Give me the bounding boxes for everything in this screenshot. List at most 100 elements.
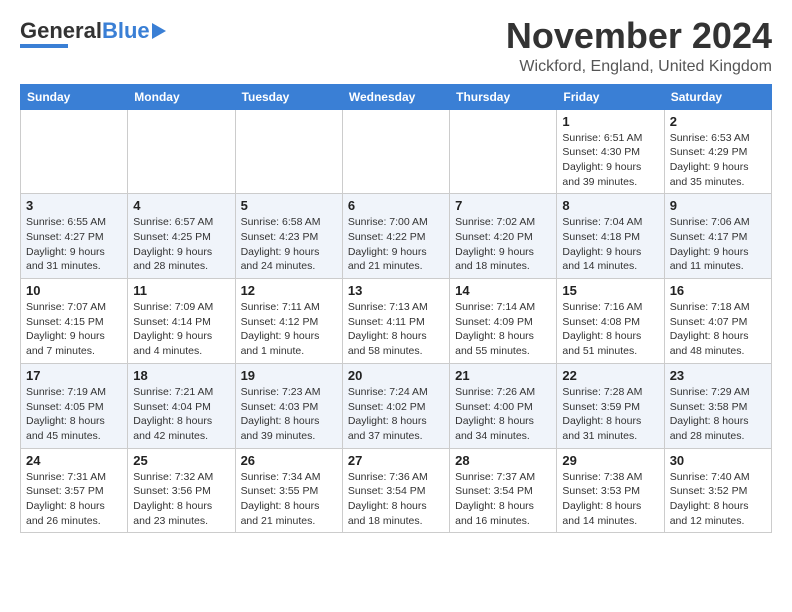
day-number: 20	[348, 368, 444, 383]
day-number: 1	[562, 114, 658, 129]
calendar-week-row: 17Sunrise: 7:19 AMSunset: 4:05 PMDayligh…	[21, 363, 772, 448]
day-info: Sunrise: 6:58 AMSunset: 4:23 PMDaylight:…	[241, 215, 337, 274]
day-number: 5	[241, 198, 337, 213]
day-number: 21	[455, 368, 551, 383]
weekday-header-thursday: Thursday	[450, 84, 557, 109]
calendar-cell: 14 Sunrise: 7:14 AMSunset: 4:09 PMDayligh…	[450, 279, 557, 364]
day-info: Sunrise: 7:09 AMSunset: 4:14 PMDaylight:…	[133, 300, 229, 359]
day-info: Sunrise: 7:37 AMSunset: 3:54 PMDaylight:…	[455, 470, 551, 529]
day-info: Sunrise: 7:28 AMSunset: 3:59 PMDaylight:…	[562, 385, 658, 444]
calendar-cell	[128, 109, 235, 194]
calendar-cell: 17Sunrise: 7:19 AMSunset: 4:05 PMDayligh…	[21, 363, 128, 448]
day-info: Sunrise: 7:18 AMSunset: 4:07 PMDaylight:…	[670, 300, 766, 359]
day-info: Sunrise: 6:51 AMSunset: 4:30 PMDaylight:…	[562, 131, 658, 190]
day-number: 24	[26, 453, 122, 468]
day-number: 22	[562, 368, 658, 383]
logo-text: GeneralBlue	[20, 20, 150, 42]
day-number: 29	[562, 453, 658, 468]
day-number: 11	[133, 283, 229, 298]
calendar-cell: 29 Sunrise: 7:38 AMSunset: 3:53 PMDayligh…	[557, 448, 664, 533]
day-info: Sunrise: 7:13 AMSunset: 4:11 PMDaylight:…	[348, 300, 444, 359]
calendar-cell: 3 Sunrise: 6:55 AMSunset: 4:27 PMDaylight…	[21, 194, 128, 279]
day-number: 27	[348, 453, 444, 468]
day-number: 6	[348, 198, 444, 213]
calendar-cell: 15 Sunrise: 7:16 AMSunset: 4:08 PMDayligh…	[557, 279, 664, 364]
month-title: November 2024	[506, 16, 772, 56]
day-number: 7	[455, 198, 551, 213]
calendar-cell	[21, 109, 128, 194]
calendar-week-row: 24 Sunrise: 7:31 AMSunset: 3:57 PMDayligh…	[21, 448, 772, 533]
logo-bar	[20, 44, 68, 48]
calendar-cell: 19Sunrise: 7:23 AMSunset: 4:03 PMDayligh…	[235, 363, 342, 448]
calendar-cell	[342, 109, 449, 194]
day-number: 13	[348, 283, 444, 298]
weekday-header-friday: Friday	[557, 84, 664, 109]
day-info: Sunrise: 7:24 AMSunset: 4:02 PMDaylight:…	[348, 385, 444, 444]
day-info: Sunrise: 7:32 AMSunset: 3:56 PMDaylight:…	[133, 470, 229, 529]
calendar-cell: 13 Sunrise: 7:13 AMSunset: 4:11 PMDayligh…	[342, 279, 449, 364]
day-info: Sunrise: 7:36 AMSunset: 3:54 PMDaylight:…	[348, 470, 444, 529]
day-info: Sunrise: 6:57 AMSunset: 4:25 PMDaylight:…	[133, 215, 229, 274]
day-info: Sunrise: 7:34 AMSunset: 3:55 PMDaylight:…	[241, 470, 337, 529]
calendar-cell: 4 Sunrise: 6:57 AMSunset: 4:25 PMDaylight…	[128, 194, 235, 279]
day-number: 15	[562, 283, 658, 298]
day-info: Sunrise: 7:06 AMSunset: 4:17 PMDaylight:…	[670, 215, 766, 274]
calendar-cell: 22 Sunrise: 7:28 AMSunset: 3:59 PMDayligh…	[557, 363, 664, 448]
day-number: 3	[26, 198, 122, 213]
day-info: Sunrise: 7:00 AMSunset: 4:22 PMDaylight:…	[348, 215, 444, 274]
calendar-cell: 2 Sunrise: 6:53 AMSunset: 4:29 PMDaylight…	[664, 109, 771, 194]
calendar-cell: 6 Sunrise: 7:00 AMSunset: 4:22 PMDaylight…	[342, 194, 449, 279]
title-area: November 2024 Wickford, England, United …	[506, 16, 772, 76]
day-number: 4	[133, 198, 229, 213]
weekday-header-tuesday: Tuesday	[235, 84, 342, 109]
day-info: Sunrise: 6:53 AMSunset: 4:29 PMDaylight:…	[670, 131, 766, 190]
day-number: 18	[133, 368, 229, 383]
day-info: Sunrise: 7:40 AMSunset: 3:52 PMDaylight:…	[670, 470, 766, 529]
location-title: Wickford, England, United Kingdom	[506, 58, 772, 76]
calendar-cell: 7 Sunrise: 7:02 AMSunset: 4:20 PMDaylight…	[450, 194, 557, 279]
day-info: Sunrise: 7:26 AMSunset: 4:00 PMDaylight:…	[455, 385, 551, 444]
day-info: Sunrise: 7:29 AMSunset: 3:58 PMDaylight:…	[670, 385, 766, 444]
calendar-cell	[450, 109, 557, 194]
weekday-header-wednesday: Wednesday	[342, 84, 449, 109]
calendar-cell	[235, 109, 342, 194]
header-area: GeneralBlue November 2024 Wickford, Engl…	[20, 16, 772, 76]
calendar-cell: 27 Sunrise: 7:36 AMSunset: 3:54 PMDayligh…	[342, 448, 449, 533]
calendar-cell: 12Sunrise: 7:11 AMSunset: 4:12 PMDayligh…	[235, 279, 342, 364]
calendar-cell: 21 Sunrise: 7:26 AMSunset: 4:00 PMDayligh…	[450, 363, 557, 448]
day-number: 2	[670, 114, 766, 129]
day-info: Sunrise: 7:21 AMSunset: 4:04 PMDaylight:…	[133, 385, 229, 444]
calendar-cell: 24 Sunrise: 7:31 AMSunset: 3:57 PMDayligh…	[21, 448, 128, 533]
calendar-cell: 16 Sunrise: 7:18 AMSunset: 4:07 PMDayligh…	[664, 279, 771, 364]
day-number: 17	[26, 368, 122, 383]
day-info: Sunrise: 7:38 AMSunset: 3:53 PMDaylight:…	[562, 470, 658, 529]
calendar-cell: 25 Sunrise: 7:32 AMSunset: 3:56 PMDayligh…	[128, 448, 235, 533]
calendar-cell: 28Sunrise: 7:37 AMSunset: 3:54 PMDayligh…	[450, 448, 557, 533]
calendar-cell: 10Sunrise: 7:07 AMSunset: 4:15 PMDayligh…	[21, 279, 128, 364]
logo-arrow-icon	[152, 23, 166, 39]
day-info: Sunrise: 7:04 AMSunset: 4:18 PMDaylight:…	[562, 215, 658, 274]
calendar-cell: 26Sunrise: 7:34 AMSunset: 3:55 PMDayligh…	[235, 448, 342, 533]
calendar-cell: 8Sunrise: 7:04 AMSunset: 4:18 PMDaylight…	[557, 194, 664, 279]
day-number: 16	[670, 283, 766, 298]
day-number: 10	[26, 283, 122, 298]
day-info: Sunrise: 7:31 AMSunset: 3:57 PMDaylight:…	[26, 470, 122, 529]
weekday-header-sunday: Sunday	[21, 84, 128, 109]
calendar-cell: 23Sunrise: 7:29 AMSunset: 3:58 PMDayligh…	[664, 363, 771, 448]
day-number: 25	[133, 453, 229, 468]
day-number: 19	[241, 368, 337, 383]
day-info: Sunrise: 7:14 AMSunset: 4:09 PMDaylight:…	[455, 300, 551, 359]
calendar-cell: 9Sunrise: 7:06 AMSunset: 4:17 PMDaylight…	[664, 194, 771, 279]
weekday-header-row: SundayMondayTuesdayWednesdayThursdayFrid…	[21, 84, 772, 109]
calendar-cell: 5 Sunrise: 6:58 AMSunset: 4:23 PMDaylight…	[235, 194, 342, 279]
day-info: Sunrise: 6:55 AMSunset: 4:27 PMDaylight:…	[26, 215, 122, 274]
calendar-table: SundayMondayTuesdayWednesdayThursdayFrid…	[20, 84, 772, 534]
day-info: Sunrise: 7:02 AMSunset: 4:20 PMDaylight:…	[455, 215, 551, 274]
calendar-cell: 30Sunrise: 7:40 AMSunset: 3:52 PMDayligh…	[664, 448, 771, 533]
calendar-cell: 1 Sunrise: 6:51 AMSunset: 4:30 PMDaylight…	[557, 109, 664, 194]
weekday-header-monday: Monday	[128, 84, 235, 109]
weekday-header-saturday: Saturday	[664, 84, 771, 109]
day-info: Sunrise: 7:16 AMSunset: 4:08 PMDaylight:…	[562, 300, 658, 359]
day-number: 14	[455, 283, 551, 298]
logo-blue: Blue	[102, 18, 150, 43]
